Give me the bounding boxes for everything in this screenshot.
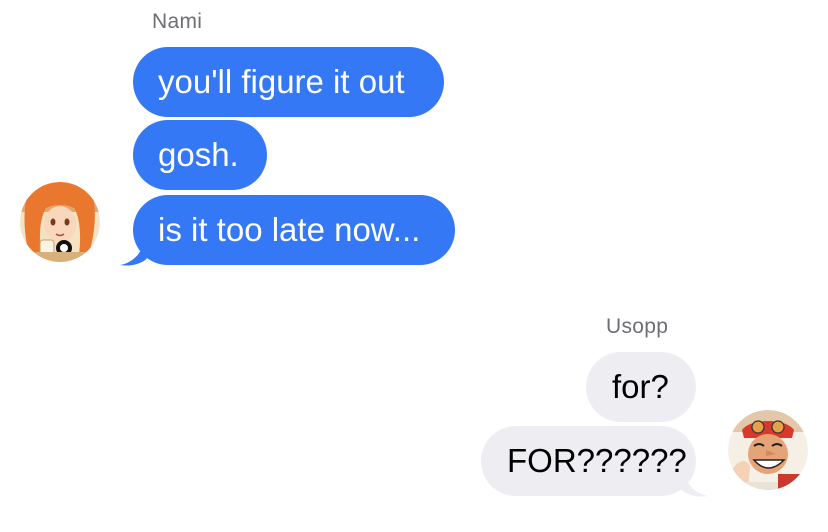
message-bubble[interactable]: for? (586, 352, 696, 422)
usopp-avatar-icon[interactable] (728, 410, 808, 490)
message-text: you'll figure it out (158, 63, 405, 100)
message-text: FOR?????? (507, 442, 687, 479)
bubble-tail (680, 468, 708, 497)
message-bubble[interactable]: you'll figure it out (133, 47, 444, 117)
message-bubble[interactable]: FOR?????? (481, 426, 696, 496)
message-bubble[interactable]: is it too late now... (133, 195, 455, 265)
sender-name-usopp: Usopp (606, 315, 669, 338)
nami-avatar-icon[interactable] (20, 182, 100, 262)
sender-name-nami: Nami (152, 10, 203, 33)
bubble-tail (120, 237, 148, 266)
message-text: is it too late now... (158, 211, 421, 248)
message-bubble[interactable]: gosh. (133, 120, 267, 190)
message-text: for? (612, 368, 669, 405)
message-text: gosh. (158, 136, 239, 173)
